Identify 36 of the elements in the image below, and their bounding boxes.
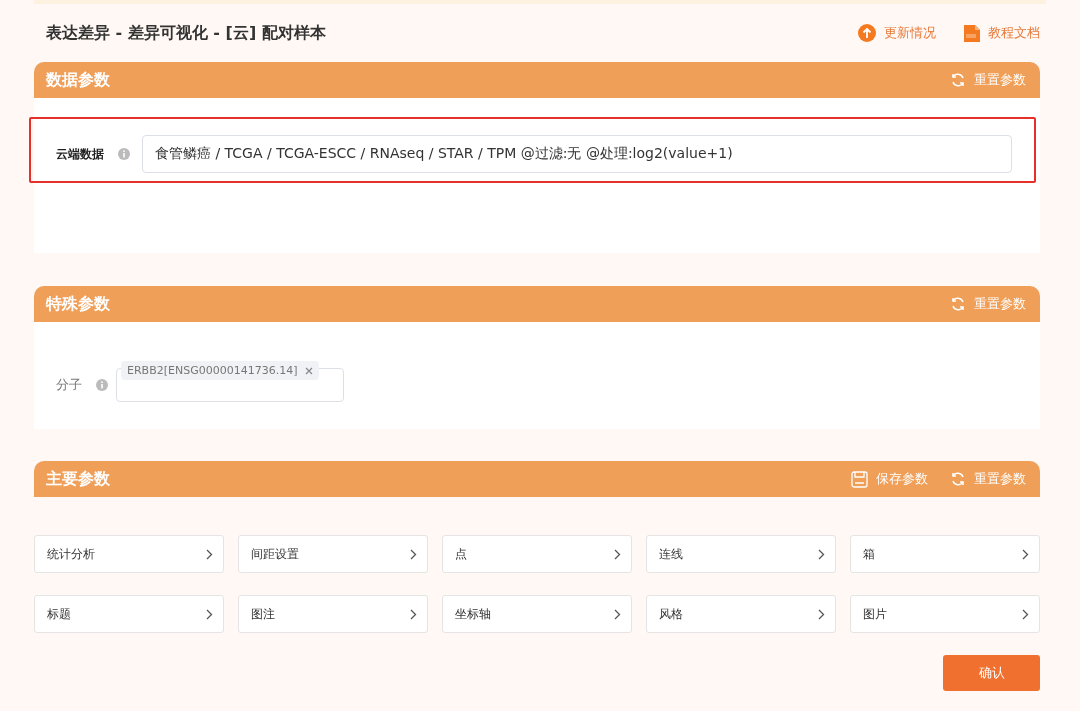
chevron-right-icon <box>410 608 417 620</box>
info-icon <box>96 379 108 391</box>
chevron-right-icon <box>1022 608 1029 620</box>
molecule-tag: ERBB2[ENSG00000141736.14] <box>121 361 320 380</box>
settings-section-button[interactable]: 图注 <box>238 595 428 633</box>
panel-title: 特殊参数 <box>46 293 111 315</box>
chevron-right-icon <box>410 548 417 560</box>
refresh-icon <box>950 72 966 88</box>
pdf-file-icon <box>964 24 980 42</box>
settings-section-button[interactable]: 标题 <box>34 595 224 633</box>
close-icon[interactable] <box>305 366 314 375</box>
settings-section-button[interactable]: 点 <box>442 535 632 573</box>
settings-section-button[interactable]: 箱 <box>850 535 1040 573</box>
chevron-right-icon <box>614 548 621 560</box>
panel-title: 数据参数 <box>46 69 111 91</box>
chevron-right-icon <box>818 608 825 620</box>
settings-section-button[interactable]: 风格 <box>646 595 836 633</box>
info-icon <box>118 148 130 160</box>
chevron-right-icon <box>206 608 213 620</box>
refresh-icon <box>950 296 966 312</box>
settings-section-button[interactable]: 统计分析 <box>34 535 224 573</box>
refresh-icon <box>950 471 966 487</box>
molecule-select-field[interactable]: ERBB2[ENSG00000141736.14] <box>116 360 344 402</box>
chevron-right-icon <box>614 608 621 620</box>
chevron-right-icon <box>818 548 825 560</box>
page-title: 表达差异 - 差异可视化 - [云] 配对样本 <box>46 22 327 44</box>
settings-section-button[interactable]: 间距设置 <box>238 535 428 573</box>
settings-section-button[interactable]: 连线 <box>646 535 836 573</box>
cloud-data-field[interactable]: 食管鳞癌 / TCGA / TCGA-ESCC / RNAseq / STAR / TPM @过滤:无 @处理:log2(value+1) <box>142 135 1012 173</box>
chevron-right-icon <box>206 548 213 560</box>
panel-title: 主要参数 <box>46 468 111 490</box>
settings-section-button[interactable]: 坐标轴 <box>442 595 632 633</box>
settings-section-button[interactable]: 图片 <box>850 595 1040 633</box>
field-label: 云端数据 <box>56 145 104 163</box>
chevron-right-icon <box>1022 548 1029 560</box>
field-label: 分子 <box>56 376 82 394</box>
